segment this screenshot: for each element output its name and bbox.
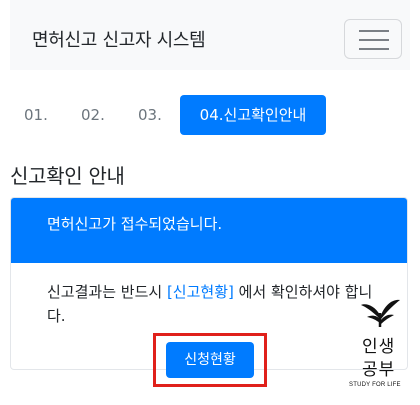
step-tab-04-active[interactable]: 04.신고확인안내 [180, 95, 326, 135]
navbar-brand[interactable]: 면허신고 신고자 시스템 [32, 26, 206, 52]
step-tabs: 01. 02. 03. 04.신고확인안내 [10, 95, 410, 135]
card-body: 신고결과는 반드시 [신고현황] 에서 확인하셔야 합니다. [47, 280, 377, 328]
step-tab-03[interactable]: 03. [138, 95, 162, 135]
step-tab-02[interactable]: 02. [81, 95, 105, 135]
watermark-tagline: STUDY FOR LIFE [349, 382, 401, 388]
step-tab-01[interactable]: 01. [24, 95, 48, 135]
section-title: 신고확인 안내 [10, 164, 125, 188]
body-text-prefix: 신고결과는 반드시 [47, 283, 167, 301]
navbar-toggler-button[interactable] [344, 19, 402, 59]
application-status-button[interactable]: 신청현황 [166, 342, 254, 378]
top-navbar: 면허신고 신고자 시스템 [10, 0, 410, 70]
card-header: 면허신고가 접수되었습니다. [11, 198, 407, 263]
card-header-text: 면허신고가 접수되었습니다. [47, 215, 223, 233]
status-link[interactable]: [신고현황] [167, 283, 234, 301]
watermark-text-line2: 공부 [362, 360, 396, 380]
hamburger-icon [359, 30, 389, 50]
watermark-text-line1: 인생 [362, 337, 396, 357]
